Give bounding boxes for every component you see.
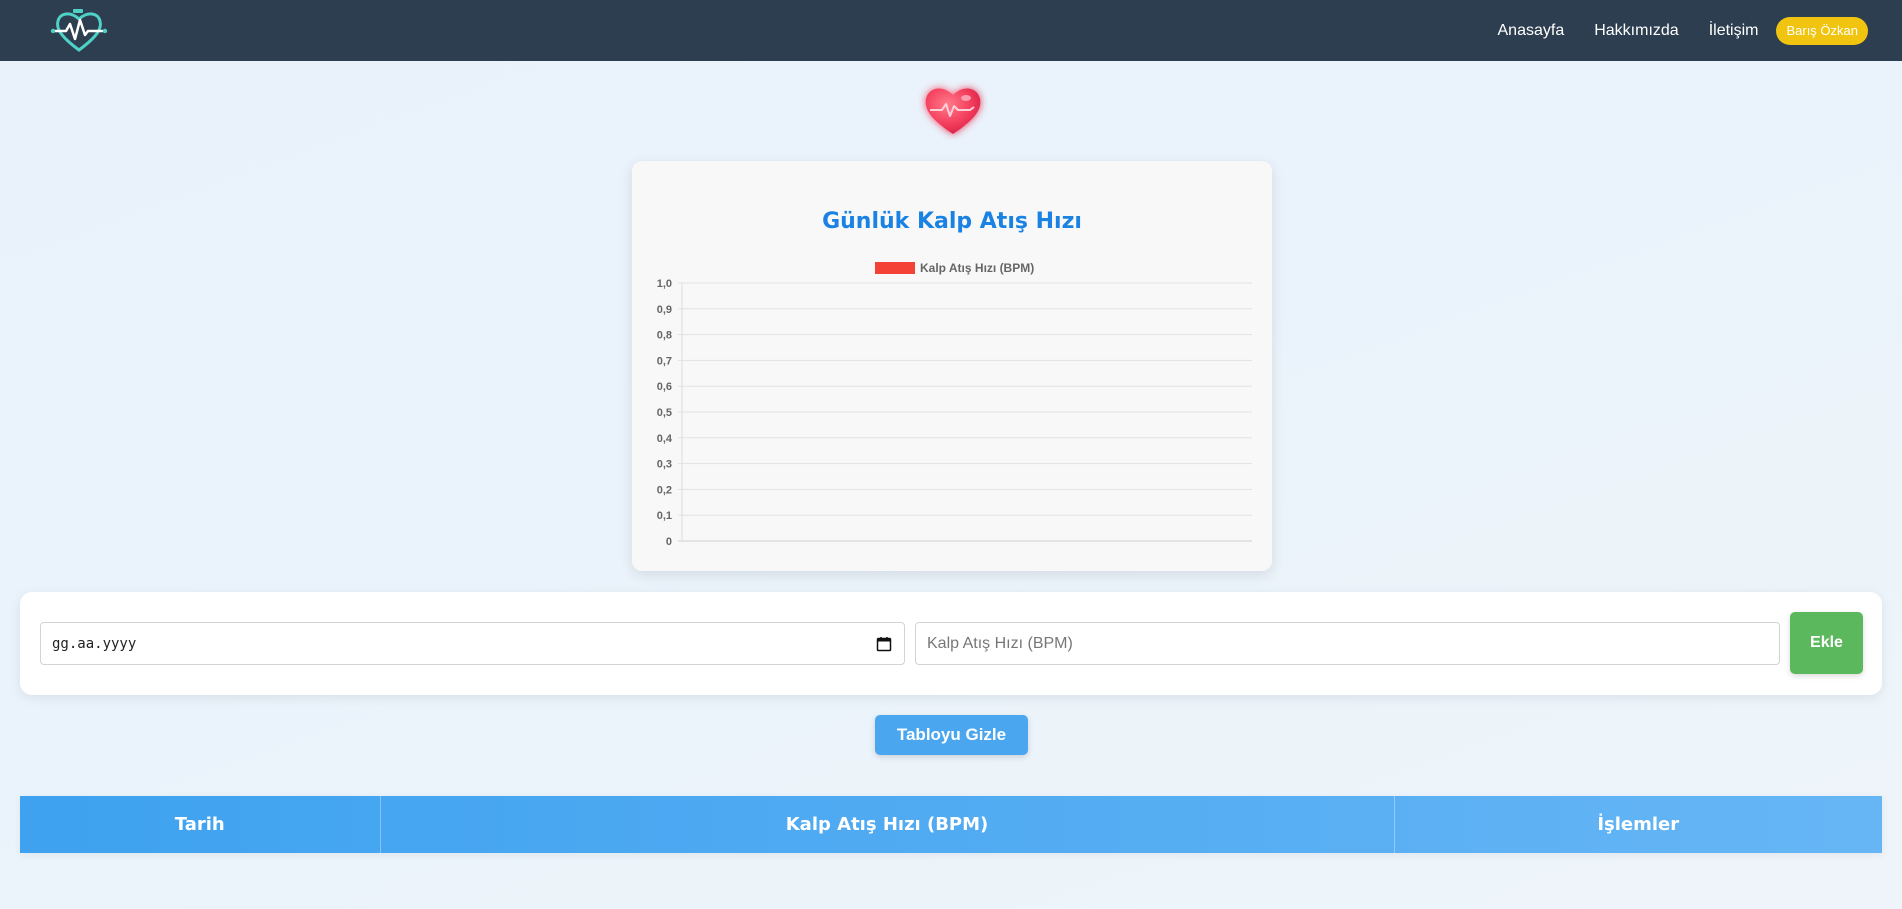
y-tick-label: 0,4: [657, 433, 673, 445]
y-tick-label: 0,8: [657, 330, 672, 342]
nav-link-about[interactable]: Hakkımızda: [1594, 22, 1678, 40]
heart-pulse-icon: [925, 88, 981, 134]
column-header-actions[interactable]: İşlemler: [1394, 796, 1882, 853]
legend-swatch[interactable]: [875, 262, 915, 274]
legend-label[interactable]: Kalp Atış Hızı (BPM): [920, 261, 1034, 275]
calendar-icon[interactable]: [876, 636, 892, 652]
add-button[interactable]: Ekle: [1790, 612, 1863, 674]
user-badge[interactable]: Barış Özkan: [1776, 16, 1868, 45]
y-tick-label: 0: [666, 536, 672, 548]
y-tick-label: 0,2: [657, 484, 672, 496]
navbar: Anasayfa Hakkımızda İletişim Barış Özkan: [0, 0, 1902, 61]
toggle-table-button[interactable]: Tabloyu Gizle: [875, 715, 1028, 755]
y-tick-label: 0,7: [657, 355, 672, 367]
nav-link-contact[interactable]: İletişim: [1709, 22, 1759, 40]
column-header-bpm[interactable]: Kalp Atış Hızı (BPM): [380, 796, 1395, 853]
y-tick-label: 1,0: [657, 278, 672, 290]
y-tick-label: 0,9: [657, 304, 672, 316]
y-tick-label: 0,5: [657, 407, 672, 419]
heart-rate-table: Tarih Kalp Atış Hızı (BPM) İşlemler: [20, 796, 1882, 853]
date-input[interactable]: gg.aa.yyyy: [40, 622, 905, 665]
nav-links: Anasayfa Hakkımızda İletişim Barış Özkan: [1468, 0, 1868, 61]
bpm-input[interactable]: [915, 622, 1780, 665]
chart-card: Günlük Kalp Atış Hızı Kalp Atış Hızı (BP…: [632, 161, 1272, 571]
y-tick-label: 0,6: [657, 381, 672, 393]
column-header-date[interactable]: Tarih: [20, 796, 381, 853]
entry-form: gg.aa.yyyy Ekle: [20, 592, 1882, 695]
table-header-row: Tarih Kalp Atış Hızı (BPM) İşlemler: [20, 796, 1882, 853]
heart-pulse-logo-icon[interactable]: [50, 8, 108, 54]
heart-rate-chart: Kalp Atış Hızı (BPM) 0 0,1 0,2 0,3 0,4 0,5 0,6 0…: [657, 261, 1252, 548]
y-tick-label: 0,1: [657, 510, 672, 522]
y-tick-label: 0,3: [657, 459, 672, 471]
nav-link-home[interactable]: Anasayfa: [1498, 22, 1565, 40]
date-input-placeholder: gg.aa.yyyy: [52, 635, 137, 652]
